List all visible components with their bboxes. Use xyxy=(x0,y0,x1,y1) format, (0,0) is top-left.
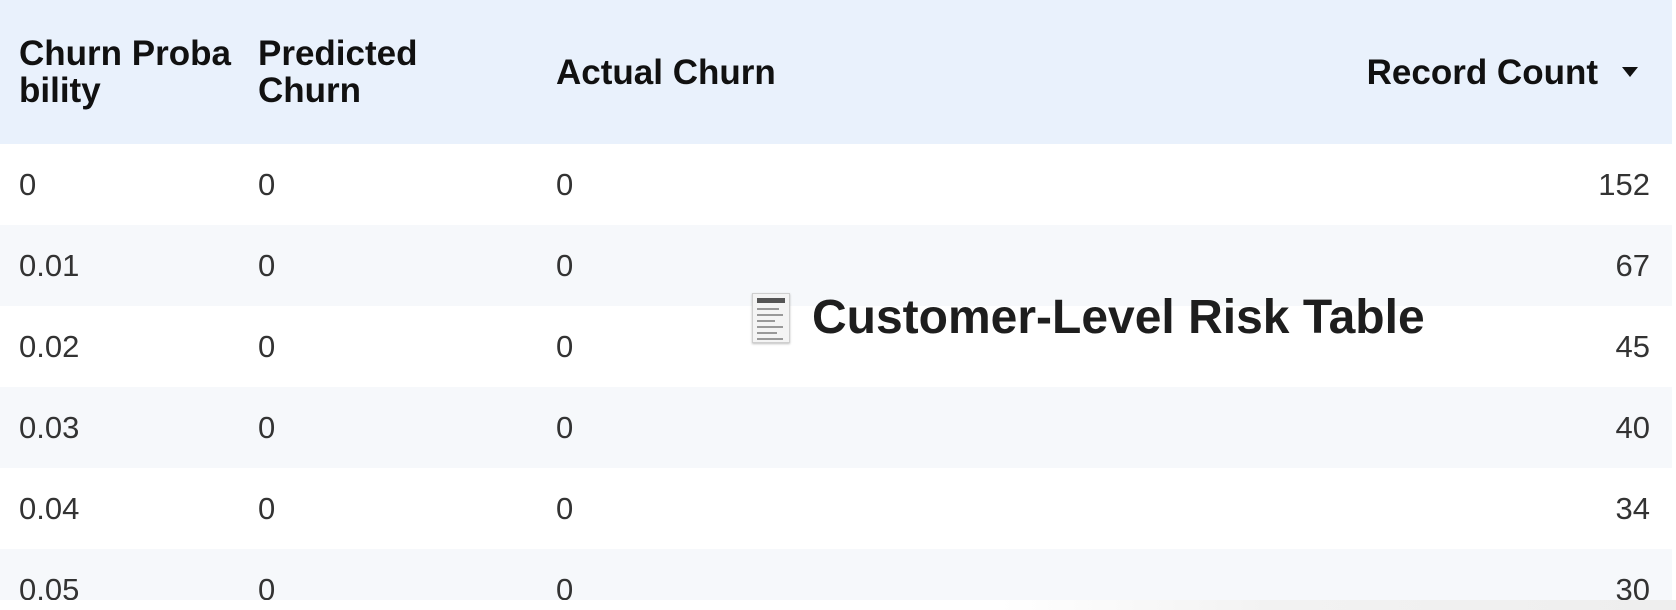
cell-record-count: 40 xyxy=(1615,409,1650,445)
table-row[interactable]: 0.05 0 0 30 xyxy=(0,549,1672,600)
cell-churn-probability: 0 xyxy=(19,166,37,202)
table-row[interactable]: 0.03 0 0 40 xyxy=(0,387,1672,468)
cell-churn-probability: 0.05 xyxy=(19,571,80,601)
cell-predicted-churn: 0 xyxy=(258,571,276,601)
sort-desc-icon[interactable] xyxy=(1622,67,1638,77)
viewport: Churn Probability Predicted Churn Actual… xyxy=(0,0,1676,610)
cell-predicted-churn: 0 xyxy=(258,247,276,283)
column-header-churn-probability[interactable]: Churn Probability xyxy=(0,35,239,109)
cell-churn-probability: 0.04 xyxy=(19,490,80,526)
table-row[interactable]: 0 0 0 152 xyxy=(0,144,1672,225)
overlay-title: Customer-Level Risk Table xyxy=(752,290,1425,345)
cell-actual-churn: 0 xyxy=(556,247,574,283)
column-header-predicted-churn[interactable]: Predicted Churn xyxy=(239,35,537,109)
cell-predicted-churn: 0 xyxy=(258,166,276,202)
cell-predicted-churn: 0 xyxy=(258,328,276,364)
cell-churn-probability: 0.01 xyxy=(19,247,80,283)
column-header-record-count[interactable]: Record Count xyxy=(1087,54,1672,91)
column-header-actual-churn[interactable]: Actual Churn xyxy=(537,54,1087,91)
cell-churn-probability: 0.03 xyxy=(19,409,80,445)
cell-record-count: 30 xyxy=(1615,571,1650,601)
scroll-shadow xyxy=(1000,600,1676,610)
table-row[interactable]: 0.04 0 0 34 xyxy=(0,468,1672,549)
cell-record-count: 67 xyxy=(1615,247,1650,283)
cell-predicted-churn: 0 xyxy=(258,409,276,445)
table-header: Churn Probability Predicted Churn Actual… xyxy=(0,0,1672,144)
cell-actual-churn: 0 xyxy=(556,166,574,202)
receipt-icon xyxy=(752,292,790,343)
cell-actual-churn: 0 xyxy=(556,571,574,601)
overlay-title-text: Customer-Level Risk Table xyxy=(812,291,1425,344)
cell-churn-probability: 0.02 xyxy=(19,328,80,364)
cell-predicted-churn: 0 xyxy=(258,490,276,526)
cell-actual-churn: 0 xyxy=(556,409,574,445)
column-header-record-count-label: Record Count xyxy=(1366,52,1598,92)
cell-record-count: 152 xyxy=(1598,166,1650,202)
cell-record-count: 34 xyxy=(1615,490,1650,526)
cell-actual-churn: 0 xyxy=(556,490,574,526)
